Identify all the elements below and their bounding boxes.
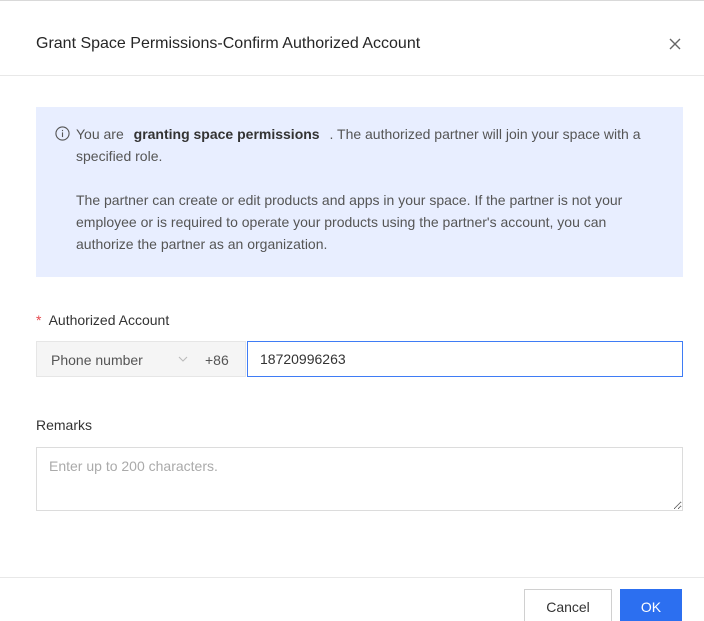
close-icon xyxy=(669,38,681,50)
chevron-down-icon xyxy=(178,356,188,362)
info-notice: You are granting space permissions . The… xyxy=(36,107,683,277)
confirm-authorized-account-dialog: Grant Space Permissions-Confirm Authoriz… xyxy=(0,0,704,621)
account-type-value: Phone number xyxy=(51,352,143,368)
account-type-select[interactable]: Phone number +86 xyxy=(36,341,246,377)
notice-paragraph-2: The partner can create or edit products … xyxy=(76,192,623,252)
dialog-title: Grant Space Permissions-Confirm Authoriz… xyxy=(36,35,421,52)
required-mark: * xyxy=(36,312,42,328)
remarks-label: Remarks xyxy=(36,417,93,433)
country-code: +86 xyxy=(205,352,229,368)
notice-paragraph-1: You are granting space permissions . The… xyxy=(76,123,656,167)
authorized-account-label-text: Authorized Account xyxy=(48,312,170,328)
ok-button[interactable]: OK xyxy=(620,589,682,621)
authorized-account-label: * Authorized Account xyxy=(36,310,169,330)
cancel-button[interactable]: Cancel xyxy=(524,589,612,621)
remarks-textarea[interactable] xyxy=(36,447,683,511)
close-button[interactable] xyxy=(664,33,686,55)
dialog-header: Grant Space Permissions-Confirm Authoriz… xyxy=(0,1,704,76)
phone-number-input[interactable] xyxy=(247,341,683,377)
info-icon xyxy=(55,126,70,141)
notice-prefix: You are xyxy=(76,126,124,142)
notice-emphasis: granting space permissions xyxy=(133,126,320,142)
